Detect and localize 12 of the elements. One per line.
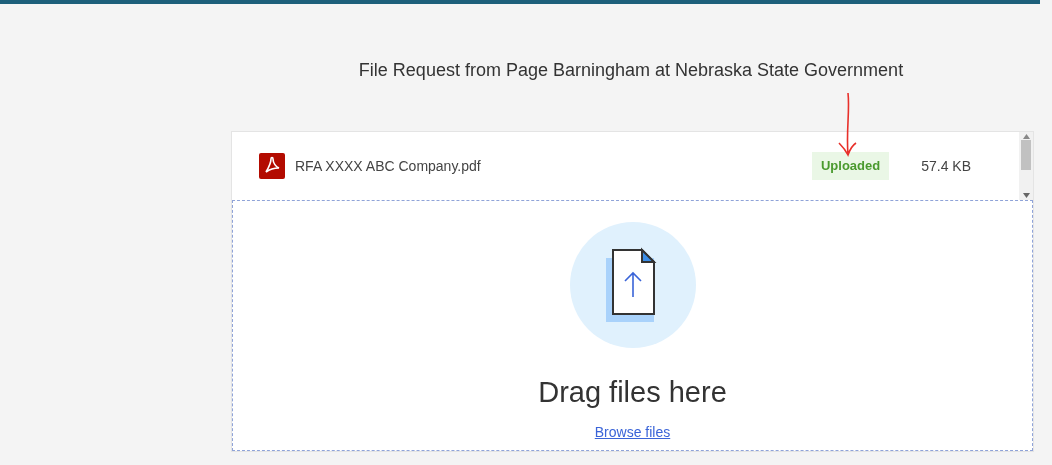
scroll-down-arrow-icon[interactable] — [1022, 193, 1030, 198]
hand-drawn-arrow — [836, 91, 858, 159]
drop-prompt: Drag files here — [538, 375, 727, 410]
pdf-file-icon — [259, 153, 285, 179]
browse-files-link[interactable]: Browse files — [594, 422, 671, 443]
file-upload-icon — [569, 222, 696, 348]
request-title: File Request from Page Barningham at Nebraska State Government — [358, 59, 904, 82]
status-badge: Uploaded — [811, 152, 890, 180]
scrollbar[interactable] — [1019, 132, 1033, 200]
scroll-up-arrow-icon[interactable] — [1022, 134, 1030, 139]
file-size: 57.4 KB — [921, 156, 971, 176]
file-name: RFA XXXX ABC Company.pdf — [295, 156, 482, 176]
